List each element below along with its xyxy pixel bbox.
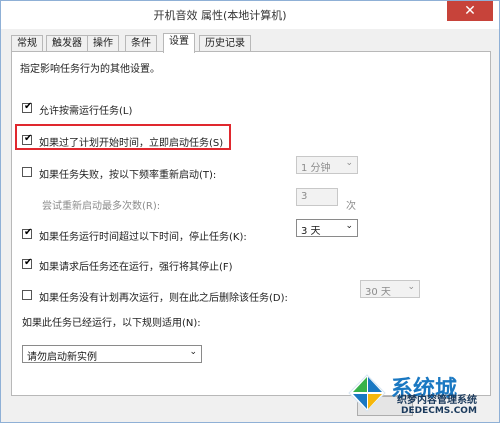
already-running-rule-label: 如果此任务已经运行，以下规则适用(N): — [22, 318, 201, 329]
allow-on-demand-label[interactable]: 允许按需运行任务(L) — [39, 102, 132, 117]
chevron-down-icon: ⌄ — [345, 158, 353, 168]
title-bar: 开机音效 属性(本地计算机) ✕ — [1, 1, 499, 29]
running-rule-value: 请勿启动新实例 — [27, 352, 97, 363]
restart-attempts-label: 尝试重新启动最多次数(R): — [42, 201, 161, 212]
checkmark-icon: ✔ — [24, 227, 33, 238]
tab-triggers[interactable]: 触发器 — [46, 35, 88, 51]
settings-intro: 指定影响任务行为的其他设置。 — [20, 64, 160, 75]
checkmark-icon: ✔ — [24, 257, 33, 268]
close-button[interactable]: ✕ — [447, 1, 493, 21]
windows-logo-icon — [348, 374, 386, 412]
allow-on-demand-checkbox[interactable]: ✔ — [22, 101, 33, 113]
chevron-down-icon: ⌄ — [189, 347, 197, 357]
tab-actions[interactable]: 操作 — [87, 35, 119, 51]
highlight-box — [15, 124, 231, 150]
restart-attempts-unit: 次 — [346, 201, 356, 212]
restart-attempts-input[interactable]: 3 — [296, 188, 338, 206]
watermark-url: DEDECMS.COM — [401, 406, 477, 416]
delete-after-value: 30 天 — [365, 287, 391, 298]
watermark-sub: 织梦内容管理系统 — [397, 395, 477, 406]
delete-if-not-scheduled-checkbox[interactable] — [22, 290, 32, 300]
delete-if-not-scheduled-label[interactable]: 如果任务没有计划再次运行，则在此之后删除该任务(D): — [39, 289, 288, 304]
running-rule-select[interactable]: 请勿启动新实例 ⌄ — [22, 345, 202, 363]
stop-if-longer-label[interactable]: 如果任务运行时间超过以下时间，停止任务(K): — [39, 228, 247, 243]
tab-conditions[interactable]: 条件 — [125, 35, 157, 51]
restart-interval-value: 1 分钟 — [301, 163, 331, 174]
watermark: 系统城 织梦内容管理系统 DEDECMS.COM — [345, 371, 500, 424]
chevron-down-icon: ⌄ — [345, 221, 353, 231]
tab-general[interactable]: 常规 — [11, 35, 43, 51]
checkmark-icon: ✔ — [24, 101, 33, 112]
stop-duration-value: 3 天 — [301, 226, 321, 237]
tab-settings[interactable]: 设置 — [163, 33, 195, 53]
tab-history[interactable]: 历史记录 — [199, 35, 251, 51]
restart-on-fail-label[interactable]: 如果任务失败，按以下频率重新启动(T): — [39, 166, 216, 181]
force-stop-checkbox[interactable]: ✔ — [22, 257, 33, 269]
tab-strip: 常规 触发器 操作 条件 设置 历史记录 — [11, 33, 491, 53]
restart-attempts-value: 3 — [301, 191, 308, 202]
restart-on-fail-checkbox[interactable] — [22, 167, 32, 177]
window-title: 开机音效 属性(本地计算机) — [153, 9, 287, 22]
stop-duration-select[interactable]: 3 天 ⌄ — [296, 219, 358, 237]
properties-window: 开机音效 属性(本地计算机) ✕ 常规 触发器 操作 条件 设置 历史记录 指定… — [0, 0, 500, 423]
chevron-down-icon: ⌄ — [407, 282, 415, 292]
delete-after-select[interactable]: 30 天 ⌄ — [360, 280, 420, 298]
force-stop-label[interactable]: 如果请求后任务还在运行，强行将其停止(F) — [39, 258, 233, 273]
settings-panel: 指定影响任务行为的其他设置。 ✔ 允许按需运行任务(L) ✔ 如果过了计划开始时… — [11, 51, 491, 396]
stop-if-longer-checkbox[interactable]: ✔ — [22, 227, 33, 239]
restart-interval-select[interactable]: 1 分钟 ⌄ — [296, 156, 358, 174]
